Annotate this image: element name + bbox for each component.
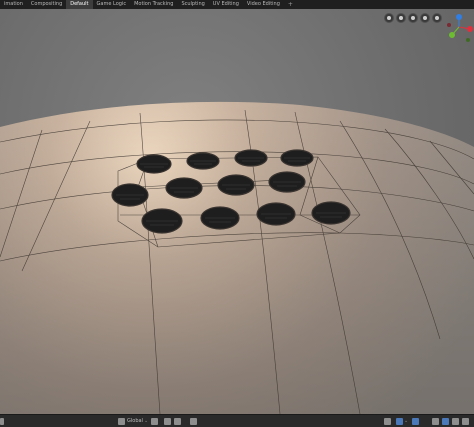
chevron-down-icon: ⌄ bbox=[143, 418, 149, 424]
tab-animation[interactable]: imation bbox=[0, 0, 27, 9]
tab-default[interactable]: Default bbox=[66, 0, 93, 9]
neg-x-axis-icon bbox=[447, 23, 451, 27]
wireframe-shading-icon bbox=[432, 417, 439, 425]
tab-motion-tracking[interactable]: Motion Tracking bbox=[130, 0, 177, 9]
add-workspace-button[interactable]: + bbox=[284, 0, 297, 9]
chevron-down-icon: ⌄ bbox=[404, 418, 409, 424]
x-axis-icon bbox=[467, 26, 473, 32]
proportional-edit-icon bbox=[190, 417, 197, 425]
shading-icon bbox=[412, 417, 419, 425]
tab-game-logic[interactable]: Game Logic bbox=[93, 0, 131, 9]
pivot-point[interactable] bbox=[151, 417, 158, 425]
shading-mode-wireframe[interactable] bbox=[432, 417, 439, 425]
navigation-gizmo[interactable] bbox=[444, 13, 474, 43]
viewport-footer-bar: Global ⌄ ⌄ bbox=[0, 414, 474, 427]
orientation-icon bbox=[118, 417, 125, 425]
z-axis-icon bbox=[456, 14, 462, 20]
tab-uv-editing[interactable]: UV Editing bbox=[209, 0, 243, 9]
proportional-edit[interactable] bbox=[190, 417, 197, 425]
tool-icon[interactable] bbox=[0, 417, 4, 425]
y-axis-icon bbox=[449, 32, 455, 38]
tab-sculpting[interactable]: Sculpting bbox=[177, 0, 208, 9]
snap-target-icon bbox=[174, 417, 181, 425]
transform-orientation[interactable]: Global ⌄ bbox=[118, 417, 148, 425]
camera-icon[interactable] bbox=[420, 13, 430, 23]
overlay-icon bbox=[384, 417, 391, 425]
snap-toggle[interactable] bbox=[164, 417, 171, 425]
shading-mode-solid[interactable] bbox=[442, 417, 449, 425]
tab-video-editing[interactable]: Video Editing bbox=[243, 0, 284, 9]
pivot-icon bbox=[151, 417, 158, 425]
overlay-toggle[interactable] bbox=[384, 417, 391, 425]
shading-toggle[interactable] bbox=[412, 417, 419, 425]
viewport-navigation-buttons bbox=[384, 13, 442, 23]
material-shading-icon bbox=[452, 417, 459, 425]
pan-icon[interactable] bbox=[408, 13, 418, 23]
3d-viewport[interactable] bbox=[0, 9, 474, 414]
xray-toggle[interactable]: ⌄ bbox=[396, 417, 408, 425]
magnet-icon bbox=[164, 417, 171, 425]
shading-mode-material[interactable] bbox=[452, 417, 459, 425]
perspective-icon[interactable] bbox=[432, 13, 442, 23]
solid-shading-icon bbox=[442, 417, 449, 425]
neg-y-axis-icon bbox=[466, 38, 470, 42]
snap-target[interactable] bbox=[174, 417, 181, 425]
tab-compositing[interactable]: Compositing bbox=[27, 0, 66, 9]
rendered-shading-icon bbox=[462, 417, 469, 425]
grid-icon[interactable] bbox=[384, 13, 394, 23]
workspace-tab-bar: imation Compositing Default Game Logic M… bbox=[0, 0, 474, 9]
left-edge-tool bbox=[0, 417, 4, 425]
xray-icon bbox=[396, 417, 403, 425]
orientation-label: Global bbox=[127, 418, 143, 424]
shading-mode-rendered[interactable] bbox=[462, 417, 469, 425]
mesh-render bbox=[0, 101, 474, 414]
zoom-icon[interactable] bbox=[396, 13, 406, 23]
